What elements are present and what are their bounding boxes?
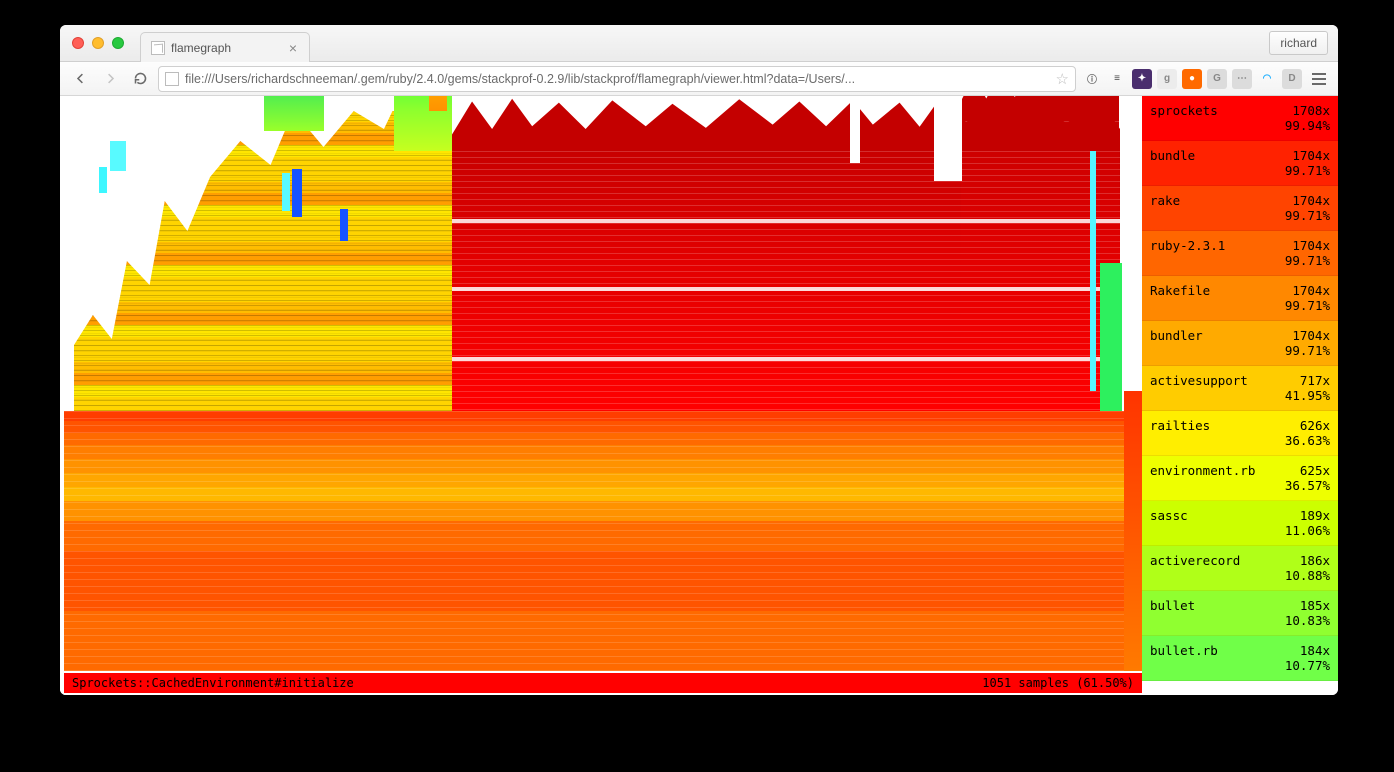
legend-name: sprockets	[1150, 103, 1218, 118]
legend-item[interactable]: bullet.rb 184x10.77%	[1142, 636, 1338, 681]
legend-name: activesupport	[1150, 373, 1248, 388]
profile-button[interactable]: richard	[1269, 31, 1328, 55]
legend-pct: 99.94%	[1285, 118, 1330, 133]
browser-window: flamegraph × richard file:///Users/richa…	[60, 25, 1338, 695]
flamegraph[interactable]	[64, 104, 1142, 671]
legend-count: 1704x	[1292, 238, 1330, 253]
page-content: Sprockets::CachedEnvironment#initialize …	[60, 96, 1338, 695]
forward-button[interactable]	[98, 67, 122, 91]
legend-name: environment.rb	[1150, 463, 1255, 478]
legend-item[interactable]: bundle 1704x99.71%	[1142, 141, 1338, 186]
legend-count: 1704x	[1292, 148, 1330, 163]
flamegraph-canvas[interactable]: Sprockets::CachedEnvironment#initialize …	[60, 96, 1142, 695]
file-icon	[165, 72, 179, 86]
bookmark-star-icon[interactable]: ☆	[1056, 70, 1069, 88]
legend-item[interactable]: activerecord 186x10.88%	[1142, 546, 1338, 591]
reload-button[interactable]	[128, 67, 152, 91]
toolbar: file:///Users/richardschneeman/.gem/ruby…	[60, 62, 1338, 96]
legend-name: bundler	[1150, 328, 1203, 343]
legend-count: 185x	[1300, 598, 1330, 613]
legend-item[interactable]: activesupport 717x41.95%	[1142, 366, 1338, 411]
legend-item[interactable]: rake 1704x99.71%	[1142, 186, 1338, 231]
tab-close-icon[interactable]: ×	[289, 40, 297, 56]
chrome-menu-button[interactable]	[1308, 68, 1330, 90]
extension-icon[interactable]: G	[1207, 69, 1227, 89]
file-icon	[151, 41, 165, 55]
legend-count: 1704x	[1292, 193, 1330, 208]
extension-icon[interactable]: D	[1282, 69, 1302, 89]
legend-item[interactable]: sassc 189x11.06%	[1142, 501, 1338, 546]
legend-count: 1704x	[1292, 328, 1330, 343]
status-samples: 1051 samples (61.50%)	[982, 676, 1134, 690]
legend-item[interactable]: bullet 185x10.83%	[1142, 591, 1338, 636]
legend-name: bullet	[1150, 598, 1195, 613]
extension-icon[interactable]: g	[1157, 69, 1177, 89]
legend-name: Rakefile	[1150, 283, 1210, 298]
legend-item[interactable]: ruby-2.3.1 1704x99.71%	[1142, 231, 1338, 276]
legend-count: 1708x	[1292, 103, 1330, 118]
legend-item[interactable]: bundler 1704x99.71%	[1142, 321, 1338, 366]
legend-pct: 36.57%	[1285, 478, 1330, 493]
legend-count: 625x	[1300, 463, 1330, 478]
extension-icon[interactable]: ≡	[1107, 69, 1127, 89]
legend-name: bundle	[1150, 148, 1195, 163]
legend-name: bullet.rb	[1150, 643, 1218, 658]
legend-item[interactable]: Rakefile 1704x99.71%	[1142, 276, 1338, 321]
url-text: file:///Users/richardschneeman/.gem/ruby…	[185, 72, 1050, 86]
legend-count: 189x	[1300, 508, 1330, 523]
status-method: Sprockets::CachedEnvironment#initialize	[72, 676, 354, 690]
minimize-window-button[interactable]	[92, 37, 104, 49]
extension-icon[interactable]: ⋯	[1232, 69, 1252, 89]
extension-icon[interactable]: ⓘ	[1082, 69, 1102, 89]
legend-pct: 10.88%	[1285, 568, 1330, 583]
legend-item[interactable]: railties 626x36.63%	[1142, 411, 1338, 456]
legend-pct: 99.71%	[1285, 253, 1330, 268]
legend-count: 184x	[1300, 643, 1330, 658]
extension-icons: ⓘ≡✦g●G⋯◠D	[1082, 69, 1302, 89]
legend-count: 717x	[1300, 373, 1330, 388]
window-controls	[60, 37, 124, 49]
back-button[interactable]	[68, 67, 92, 91]
legend-pct: 99.71%	[1285, 163, 1330, 178]
browser-tab[interactable]: flamegraph ×	[140, 32, 310, 62]
legend-name: sassc	[1150, 508, 1188, 523]
legend-pct: 10.83%	[1285, 613, 1330, 628]
legend-item[interactable]: environment.rb 625x36.57%	[1142, 456, 1338, 501]
extension-icon[interactable]: ●	[1182, 69, 1202, 89]
legend-name: railties	[1150, 418, 1210, 433]
legend-name: ruby-2.3.1	[1150, 238, 1225, 253]
legend-count: 1704x	[1292, 283, 1330, 298]
tab-title: flamegraph	[171, 41, 231, 55]
legend-pct: 41.95%	[1285, 388, 1330, 403]
legend-pct: 99.71%	[1285, 343, 1330, 358]
titlebar: flamegraph × richard	[60, 25, 1338, 62]
legend-panel: sprockets1708x99.94%bundle1704x99.71%rak…	[1142, 96, 1338, 695]
legend-name: activerecord	[1150, 553, 1240, 568]
legend-pct: 99.71%	[1285, 208, 1330, 223]
legend-pct: 10.77%	[1285, 658, 1330, 673]
legend-pct: 99.71%	[1285, 298, 1330, 313]
legend-item[interactable]: sprockets 1708x99.94%	[1142, 96, 1338, 141]
legend-pct: 36.63%	[1285, 433, 1330, 448]
extension-icon[interactable]: ◠	[1257, 69, 1277, 89]
close-window-button[interactable]	[72, 37, 84, 49]
legend-name: rake	[1150, 193, 1180, 208]
status-bar: Sprockets::CachedEnvironment#initialize …	[64, 673, 1142, 693]
legend-count: 626x	[1300, 418, 1330, 433]
zoom-window-button[interactable]	[112, 37, 124, 49]
tabstrip: flamegraph ×	[140, 25, 310, 61]
legend-pct: 11.06%	[1285, 523, 1330, 538]
legend-count: 186x	[1300, 553, 1330, 568]
extension-icon[interactable]: ✦	[1132, 69, 1152, 89]
address-bar[interactable]: file:///Users/richardschneeman/.gem/ruby…	[158, 66, 1076, 92]
